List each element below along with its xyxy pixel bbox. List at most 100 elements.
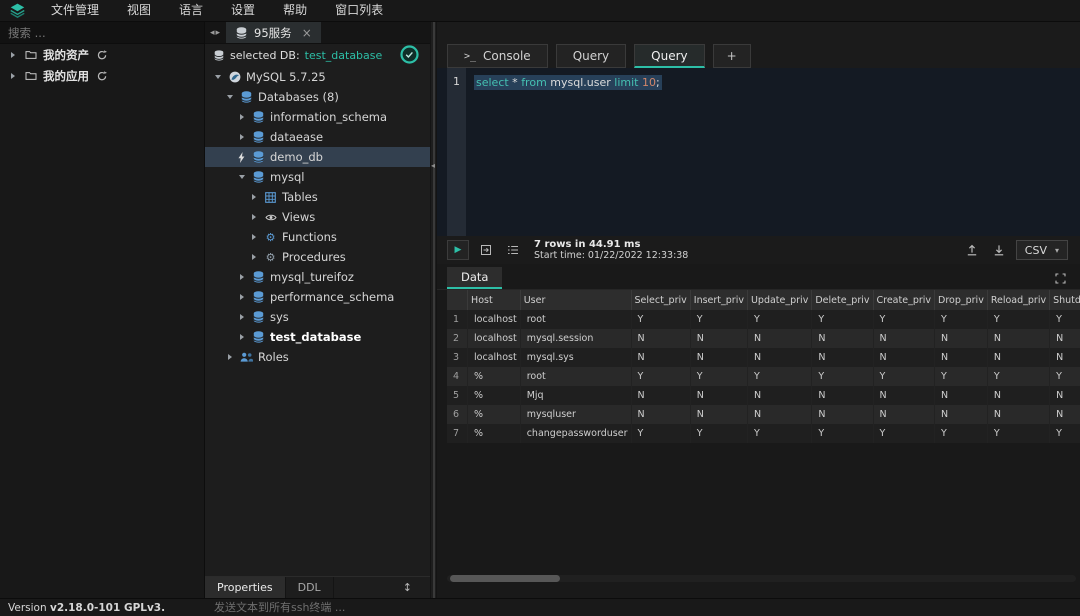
table-row[interactable]: 4%rootYYYYYYYY [447, 367, 1080, 386]
chevron-right-icon[interactable] [7, 52, 18, 58]
chevron-right-icon[interactable] [7, 73, 18, 79]
database-icon [252, 171, 265, 183]
tree-item-label: Procedures [282, 250, 346, 264]
table-row[interactable]: 6%mysqluserNNNNNNNN [447, 405, 1080, 424]
column-header[interactable]: User [520, 290, 631, 310]
collapse-handle-icon[interactable]: ◂ [431, 162, 435, 170]
new-query-tab-button[interactable]: + [713, 44, 751, 68]
chevron-down-icon[interactable] [212, 75, 223, 79]
column-header[interactable]: Reload_priv [987, 290, 1049, 310]
menu-item[interactable]: 文件管理 [37, 0, 113, 21]
chevron-right-icon[interactable] [248, 234, 259, 240]
table-row[interactable]: 5%MjqNNNNNNNN [447, 386, 1080, 405]
tree-item-sys[interactable]: sys [205, 307, 430, 327]
menu-item[interactable]: 窗口列表 [321, 0, 397, 21]
column-header[interactable]: Select_priv [631, 290, 690, 310]
chevron-right-icon[interactable] [248, 254, 259, 260]
tree-item-label: Functions [282, 230, 337, 244]
database-icon [252, 291, 265, 303]
table-cell: N [747, 386, 811, 405]
menu-item[interactable]: 帮助 [269, 0, 321, 21]
tree-item-views[interactable]: Views [205, 207, 430, 227]
tree-item-tables[interactable]: Tables [205, 187, 430, 207]
column-header[interactable]: Update_priv [747, 290, 811, 310]
table-row[interactable]: 2localhostmysql.sessionNNNNNNNN [447, 329, 1080, 348]
tab-properties[interactable]: Properties [205, 577, 286, 598]
tree-item-performance-schema[interactable]: performance_schema [205, 287, 430, 307]
close-tab-icon[interactable]: × [302, 26, 312, 40]
tree-item-procedures[interactable]: ⚙Procedures [205, 247, 430, 267]
result-list-button[interactable] [503, 240, 523, 260]
sidebar-item[interactable]: 我的应用 [0, 65, 204, 86]
csv-format-value: CSV [1025, 244, 1047, 257]
chevron-right-icon[interactable] [236, 134, 247, 140]
scrollbar-thumb[interactable] [450, 575, 560, 582]
tree-item-mysql-tureifoz[interactable]: mysql_tureifoz [205, 267, 430, 287]
ssh-broadcast-input[interactable] [205, 601, 1080, 614]
splitter[interactable]: ◂ [430, 22, 437, 598]
chevron-down-icon[interactable] [224, 95, 235, 99]
chevron-right-icon[interactable] [236, 314, 247, 320]
download-button[interactable] [989, 240, 1009, 260]
menu-item[interactable]: 语言 [165, 0, 217, 21]
menu-item[interactable]: 设置 [217, 0, 269, 21]
selected-db-value[interactable]: test_database [305, 49, 383, 62]
chevron-right-icon[interactable] [236, 334, 247, 340]
sidebar-item[interactable]: 我的资产 [0, 44, 204, 65]
query-tab-label: Console [483, 49, 531, 63]
chevron-right-icon[interactable] [248, 194, 259, 200]
row-number: 7 [447, 424, 468, 443]
tree-item-mysql-5-7-25[interactable]: MySQL 5.7.25 [205, 67, 430, 87]
tree-item-test-database[interactable]: test_database [205, 327, 430, 347]
export-result-button[interactable] [476, 240, 496, 260]
query-tab-query[interactable]: Query [556, 44, 626, 68]
tree-item-demo-db[interactable]: demo_db [205, 147, 430, 167]
table-row[interactable]: 7%changepassworduserYYYYYYYY [447, 424, 1080, 443]
table-cell: Y [747, 424, 811, 443]
tab-data[interactable]: Data [447, 267, 502, 289]
column-header[interactable]: Insert_priv [690, 290, 747, 310]
database-icon [235, 27, 248, 39]
csv-format-select[interactable]: CSV ▾ [1016, 240, 1068, 260]
tab-scroll-arrows-icon[interactable]: ◂▸ [205, 22, 226, 43]
column-header[interactable] [447, 290, 468, 310]
scrollbar-track[interactable] [433, 22, 435, 598]
run-query-button[interactable]: ▶ [447, 240, 469, 260]
chevron-right-icon[interactable] [236, 114, 247, 120]
tree-item-mysql[interactable]: mysql [205, 167, 430, 187]
refresh-icon[interactable] [95, 71, 108, 81]
column-header[interactable]: Shutdown [1050, 290, 1080, 310]
tree-item-information-schema[interactable]: information_schema [205, 107, 430, 127]
column-header[interactable]: Host [468, 290, 521, 310]
table-row[interactable]: 1localhostrootYYYYYYYY [447, 310, 1080, 329]
editor-code-area[interactable]: select * from mysql.user limit 10; [466, 68, 1080, 236]
tree-item-dataease[interactable]: dataease [205, 127, 430, 147]
tab-ddl[interactable]: DDL [286, 577, 334, 598]
column-header[interactable]: Create_priv [873, 290, 935, 310]
sql-editor[interactable]: 1 select * from mysql.user limit 10; [437, 68, 1080, 236]
column-header[interactable]: Delete_priv [812, 290, 873, 310]
session-tab[interactable]: 95服务 × [226, 22, 321, 43]
chevron-down-icon[interactable] [236, 175, 247, 179]
table-row[interactable]: 3localhostmysql.sysNNNNNNNN [447, 348, 1080, 367]
chevron-right-icon[interactable] [236, 294, 247, 300]
chevron-right-icon[interactable] [236, 274, 247, 280]
query-tab-console[interactable]: >_Console [447, 44, 548, 68]
panel-resize-icon[interactable]: ↕ [403, 577, 412, 598]
tree-item-roles[interactable]: Roles [205, 347, 430, 367]
refresh-icon[interactable] [95, 50, 108, 60]
connection-status-badge[interactable] [400, 45, 419, 67]
chevron-right-icon[interactable] [248, 214, 259, 220]
query-tab-query[interactable]: Query [634, 44, 704, 68]
search-input[interactable] [0, 22, 204, 44]
chevron-right-icon[interactable] [224, 354, 235, 360]
tree-item-functions[interactable]: ⚙Functions [205, 227, 430, 247]
expand-result-icon[interactable] [1055, 273, 1066, 284]
table-cell: N [1050, 405, 1080, 424]
table-cell: changepassworduser [520, 424, 631, 443]
tree-item-databases-8-[interactable]: Databases (8) [205, 87, 430, 107]
import-button[interactable] [962, 240, 982, 260]
column-header[interactable]: Drop_priv [935, 290, 988, 310]
menu-item[interactable]: 视图 [113, 0, 165, 21]
horizontal-scrollbar[interactable] [447, 575, 1076, 582]
